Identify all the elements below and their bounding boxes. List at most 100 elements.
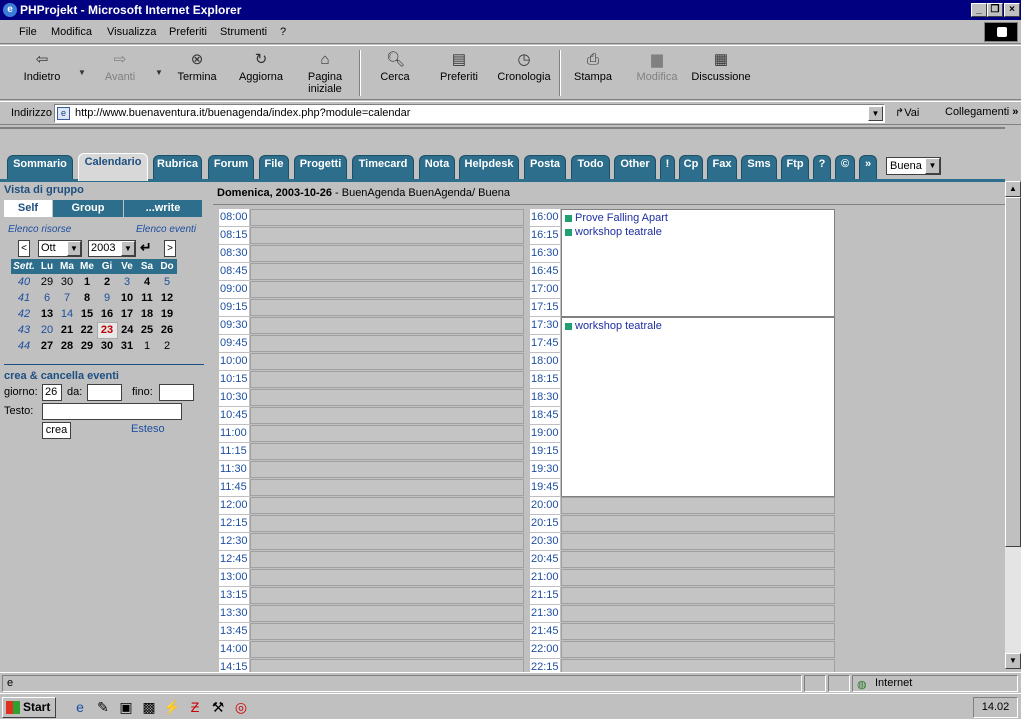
links-button[interactable]: Collegamenti » xyxy=(945,106,1018,118)
tab-more[interactable]: » xyxy=(859,155,877,179)
stop-button[interactable]: ⊗ Termina xyxy=(175,51,219,83)
time-slot-label[interactable]: 11:00 xyxy=(219,425,249,442)
time-slot-label[interactable]: 19:30 xyxy=(530,461,560,478)
time-slot-label[interactable]: 13:45 xyxy=(219,623,249,640)
menu-preferiti[interactable]: Preferiti xyxy=(169,26,207,38)
time-slot-cell[interactable] xyxy=(250,245,524,262)
go-button[interactable]: ↱Vai xyxy=(895,106,919,119)
week-number[interactable]: 40 xyxy=(11,274,37,290)
tab-ftp[interactable]: Ftp xyxy=(781,155,809,179)
time-slot-label[interactable]: 16:00 xyxy=(530,209,560,226)
time-slot-label[interactable]: 09:30 xyxy=(219,317,249,334)
target-quicklaunch-icon[interactable]: ◎ xyxy=(232,698,250,716)
time-slot-cell[interactable] xyxy=(250,605,524,622)
time-slot-label[interactable]: 17:45 xyxy=(530,335,560,352)
time-slot-label[interactable]: 18:45 xyxy=(530,407,560,424)
time-slot-label[interactable]: 16:15 xyxy=(530,227,560,244)
vertical-scrollbar[interactable]: ▲ ▼ xyxy=(1005,181,1021,669)
tab-progetti[interactable]: Progetti xyxy=(294,155,347,179)
time-slot-cell[interactable] xyxy=(250,569,524,586)
extended-link[interactable]: Esteso xyxy=(131,423,165,435)
calendar-day[interactable]: 4 xyxy=(137,274,157,290)
time-slot-label[interactable]: 17:30 xyxy=(530,317,560,334)
forward-dropdown-icon[interactable]: ▼ xyxy=(155,68,163,77)
calendar-day[interactable]: 11 xyxy=(137,290,157,306)
search-button[interactable]: 🔍︎ Cerca xyxy=(377,51,413,83)
time-slot-label[interactable]: 10:45 xyxy=(219,407,249,424)
time-slot-label[interactable]: 12:45 xyxy=(219,551,249,568)
time-slot-label[interactable]: 13:15 xyxy=(219,587,249,604)
time-slot-cell[interactable] xyxy=(250,335,524,352)
calendar-day[interactable]: 30 xyxy=(57,274,77,290)
minimize-button[interactable]: _ xyxy=(971,3,987,17)
time-slot-label[interactable]: 20:00 xyxy=(530,497,560,514)
tab-rubrica[interactable]: Rubrica xyxy=(153,155,202,179)
lightning-quicklaunch-icon[interactable]: ⚡ xyxy=(163,698,181,716)
calendar-day[interactable]: 29 xyxy=(37,274,57,290)
time-slot-label[interactable]: 17:00 xyxy=(530,281,560,298)
time-slot-cell[interactable] xyxy=(250,299,524,316)
time-slot-label[interactable]: 10:00 xyxy=(219,353,249,370)
time-slot-label[interactable]: 20:30 xyxy=(530,533,560,550)
time-slot-cell[interactable] xyxy=(250,209,524,226)
time-slot-label[interactable]: 18:30 xyxy=(530,389,560,406)
tab-timecard[interactable]: Timecard xyxy=(352,155,414,179)
calendar-day[interactable]: 8 xyxy=(77,290,97,306)
time-slot-cell[interactable] xyxy=(250,623,524,640)
time-slot-label[interactable]: 21:45 xyxy=(530,623,560,640)
time-slot-label[interactable]: 19:45 xyxy=(530,479,560,496)
menu-help[interactable]: ? xyxy=(280,26,286,38)
time-slot-cell[interactable] xyxy=(250,353,524,370)
calendar-day[interactable]: 26 xyxy=(157,322,177,338)
tab-cp[interactable]: Cp xyxy=(679,155,703,179)
time-slot-label[interactable]: 11:45 xyxy=(219,479,249,496)
calendar-day[interactable]: 3 xyxy=(117,274,137,290)
time-slot-cell[interactable] xyxy=(561,605,835,622)
resources-link[interactable]: Elenco risorse xyxy=(8,224,71,235)
app-quicklaunch-icon[interactable]: ▩ xyxy=(140,698,158,716)
prev-month-button[interactable]: < xyxy=(18,240,30,257)
calendar-day[interactable]: 10 xyxy=(117,290,137,306)
time-slot-label[interactable]: 19:15 xyxy=(530,443,560,460)
time-slot-label[interactable]: 16:30 xyxy=(530,245,560,262)
time-slot-label[interactable]: 08:00 xyxy=(219,209,249,226)
time-slot-cell[interactable] xyxy=(561,533,835,550)
time-slot-label[interactable]: 08:30 xyxy=(219,245,249,262)
week-number[interactable]: 42 xyxy=(11,306,37,322)
time-slot-label[interactable]: 08:15 xyxy=(219,227,249,244)
from-input[interactable] xyxy=(87,384,122,401)
tab-copyright[interactable]: © xyxy=(835,155,855,179)
calendar-day[interactable]: 21 xyxy=(57,322,77,338)
time-slot-label[interactable]: 18:15 xyxy=(530,371,560,388)
week-number[interactable]: 41 xyxy=(11,290,37,306)
time-slot-label[interactable]: 17:15 xyxy=(530,299,560,316)
time-slot-cell[interactable] xyxy=(250,533,524,550)
calendar-day[interactable]: 25 xyxy=(137,322,157,338)
calendar-day[interactable]: 6 xyxy=(37,290,57,306)
time-slot-label[interactable]: 12:30 xyxy=(219,533,249,550)
events-list-link[interactable]: Elenco eventi xyxy=(136,224,196,235)
calendar-day[interactable]: 1 xyxy=(137,338,157,354)
to-input[interactable] xyxy=(159,384,194,401)
tab-calendario[interactable]: Calendario xyxy=(78,153,148,181)
time-slot-label[interactable]: 13:30 xyxy=(219,605,249,622)
tab-sms[interactable]: Sms xyxy=(741,155,777,179)
tab-other[interactable]: Other xyxy=(614,155,656,179)
calendar-day[interactable]: 5 xyxy=(157,274,177,290)
month-select[interactable]: Ott ▼ xyxy=(38,240,82,257)
event-block[interactable]: Prove Falling Apart workshop teatrale xyxy=(561,209,835,317)
time-slot-cell[interactable] xyxy=(250,227,524,244)
calendar-day[interactable]: 7 xyxy=(57,290,77,306)
time-slot-cell[interactable] xyxy=(561,497,835,514)
event-item[interactable]: Prove Falling Apart xyxy=(565,212,668,224)
time-slot-cell[interactable] xyxy=(561,551,835,568)
menu-modifica[interactable]: Modifica xyxy=(51,26,92,38)
time-slot-cell[interactable] xyxy=(250,461,524,478)
event-block[interactable]: workshop teatrale xyxy=(561,317,835,497)
scroll-thumb[interactable] xyxy=(1005,197,1021,547)
tab-sommario[interactable]: Sommario xyxy=(7,155,73,179)
text-input[interactable] xyxy=(42,403,182,420)
time-slot-label[interactable]: 20:15 xyxy=(530,515,560,532)
time-slot-label[interactable]: 09:15 xyxy=(219,299,249,316)
desktop-quicklaunch-icon[interactable]: ▣ xyxy=(117,698,135,716)
